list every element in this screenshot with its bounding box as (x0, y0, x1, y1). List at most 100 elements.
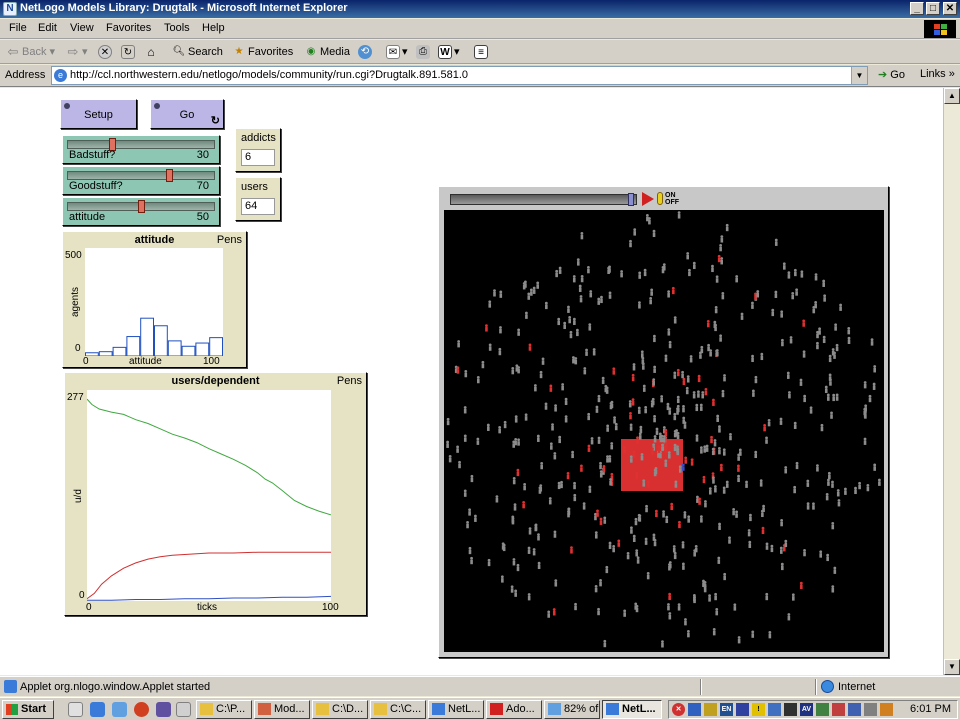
agent-person (699, 515, 703, 523)
agent-person (654, 509, 658, 518)
links-button[interactable]: Links » (920, 68, 955, 80)
mail-button[interactable]: ✉ ▾ (386, 43, 408, 61)
warning-icon[interactable]: ! (752, 703, 765, 716)
slider-badstuff[interactable]: Badstuff? 30 (62, 135, 220, 164)
minimize-button[interactable]: _ (910, 2, 924, 15)
agent-person (686, 375, 690, 383)
menu-tools[interactable]: Tools (164, 22, 190, 34)
agent-person (697, 390, 700, 398)
menu-file[interactable]: File (9, 22, 27, 34)
task-explorer-c[interactable]: C:\C... (370, 700, 426, 719)
go-button[interactable]: ➔ Go (878, 68, 905, 81)
slider-goodstuff[interactable]: Goodstuff? 70 (62, 166, 220, 195)
histogram-bar (140, 317, 155, 357)
menu-edit[interactable]: Edit (38, 22, 57, 34)
ie-icon[interactable] (90, 702, 105, 717)
scroll-down-icon[interactable]: ▼ (944, 659, 960, 675)
tray-app-icon[interactable] (784, 703, 797, 716)
home-button[interactable]: ⌂ (144, 43, 160, 61)
antivirus-icon[interactable]: ✕ (672, 703, 685, 716)
quicklaunch-icon[interactable] (156, 702, 171, 717)
tray-app-icon[interactable] (768, 703, 781, 716)
scroll-up-icon[interactable]: ▲ (944, 88, 960, 104)
agent-person (681, 463, 685, 471)
agent-person (640, 453, 644, 461)
agent-person (831, 585, 835, 593)
menu-help[interactable]: Help (202, 22, 225, 34)
media-player-icon[interactable] (134, 702, 149, 717)
task-download[interactable]: 82% of ... (544, 700, 600, 719)
tray-app-icon[interactable] (736, 703, 749, 716)
outlook-icon[interactable] (112, 702, 127, 717)
task-netlogo-2[interactable]: NetL... (602, 700, 662, 719)
menu-favorites[interactable]: Favorites (106, 22, 151, 34)
print-button[interactable]: ⎙ (416, 43, 432, 61)
start-button[interactable]: Start (2, 700, 54, 719)
language-icon[interactable]: EN (720, 703, 733, 716)
agent-person (809, 406, 813, 414)
history-button[interactable]: ⟲ (358, 43, 374, 61)
agent-person (602, 465, 606, 473)
agent-person (653, 468, 657, 477)
address-dropdown-icon[interactable]: ▼ (851, 67, 867, 84)
agent-person (657, 445, 661, 453)
av-icon[interactable]: AV (800, 703, 813, 716)
agent-person (717, 254, 721, 263)
agent-person (660, 395, 664, 403)
task-explorer-d[interactable]: C:\D... (312, 700, 368, 719)
agent-person (866, 483, 870, 492)
show-desktop-icon[interactable] (68, 702, 83, 717)
vertical-scrollbar[interactable]: ▲ ▼ (943, 88, 960, 675)
speed-slider[interactable] (450, 193, 637, 206)
task-netlogo-1[interactable]: NetL... (428, 700, 484, 719)
discuss-button[interactable]: ≡ (474, 43, 490, 61)
slider-attitude[interactable]: attitude 50 (62, 197, 220, 226)
address-input[interactable]: e http://ccl.northwestern.edu/netlogo/mo… (51, 66, 868, 85)
search-button[interactable]: 🔍︎ Search (172, 43, 223, 61)
go-forever-button[interactable]: Go ↻ (150, 99, 224, 129)
edit-button[interactable]: W ▾ (438, 43, 460, 61)
agent-person (607, 266, 611, 275)
agent-person (644, 537, 648, 545)
agent-person (826, 553, 830, 562)
java-icon[interactable] (880, 703, 893, 716)
tray-app-icon[interactable] (832, 703, 845, 716)
menu-view[interactable]: View (70, 22, 94, 34)
speed-thumb[interactable] (628, 193, 634, 206)
back-button[interactable]: ⇦ Back ▾ (6, 43, 56, 61)
agent-person (870, 338, 874, 346)
agent-person (765, 542, 769, 550)
setup-button[interactable]: Setup (60, 99, 137, 129)
world-canvas[interactable] (444, 210, 884, 652)
maximize-button[interactable]: □ (926, 2, 940, 15)
slider-thumb[interactable] (137, 200, 145, 213)
network-icon[interactable] (848, 703, 861, 716)
task-adobe[interactable]: Ado... (486, 700, 542, 719)
volume-icon[interactable] (864, 703, 877, 716)
agent-person (863, 381, 867, 389)
media-button[interactable]: ◉ Media (304, 43, 350, 61)
agent-person (690, 458, 694, 466)
agent-person (650, 288, 654, 296)
agent-person (512, 440, 516, 448)
display-toggle[interactable]: ON OFF (657, 191, 679, 207)
forward-button[interactable]: ⇨ ▾ (66, 43, 88, 61)
agent-person (633, 228, 637, 236)
close-button[interactable]: ✕ (943, 2, 957, 15)
agent-person (536, 281, 540, 289)
pens-label[interactable]: Pens (217, 234, 242, 246)
slider-thumb[interactable] (165, 169, 173, 182)
agent-person (779, 417, 783, 425)
tray-app-icon[interactable] (688, 703, 701, 716)
task-label: NetL... (622, 703, 656, 715)
agent-person (571, 450, 575, 459)
refresh-button[interactable]: ↻ (121, 43, 137, 61)
stop-button[interactable]: ✕ (98, 43, 114, 61)
task-mod[interactable]: Mod... (254, 700, 310, 719)
tray-app-icon[interactable] (816, 703, 829, 716)
favorites-button[interactable]: ★ Favorites (232, 43, 294, 61)
quicklaunch-icon[interactable] (176, 702, 191, 717)
shield-icon[interactable] (704, 703, 717, 716)
pens-label[interactable]: Pens (337, 375, 362, 387)
task-explorer-p[interactable]: C:\P... (196, 700, 252, 719)
